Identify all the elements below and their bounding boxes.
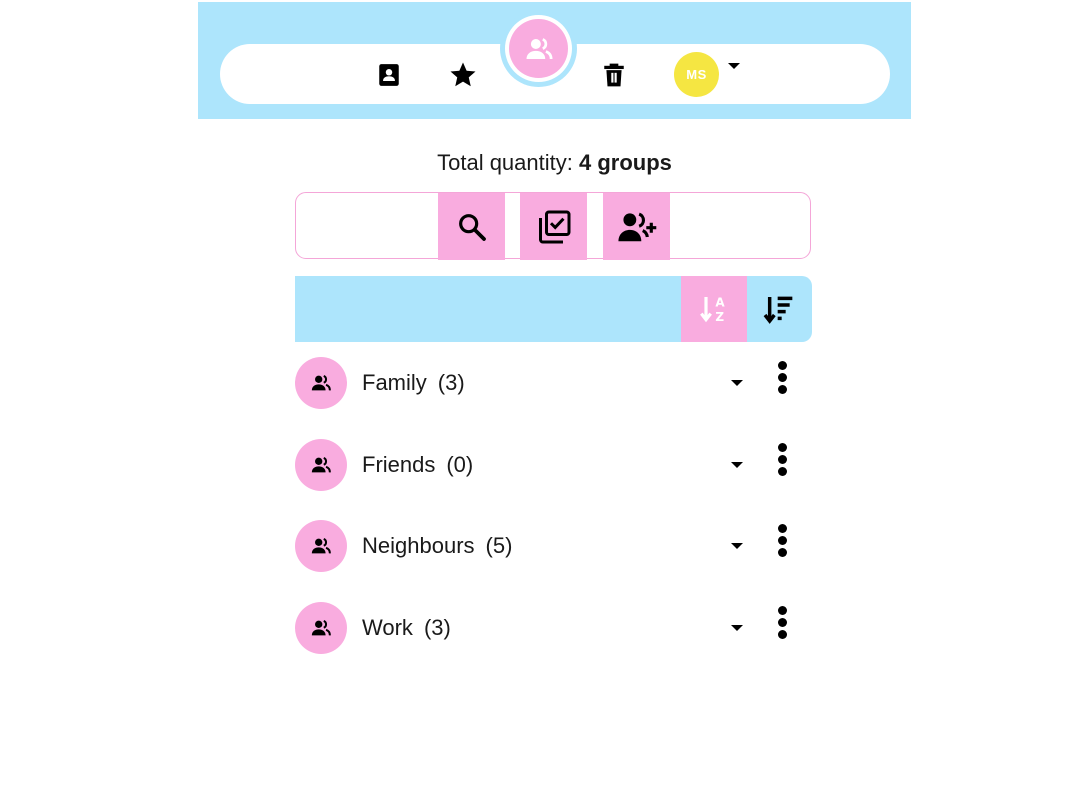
select-all-icon — [538, 210, 570, 243]
add-group-icon — [617, 212, 656, 241]
sort-alpha-icon: AZ — [700, 295, 725, 324]
group-count: (0) — [446, 452, 474, 477]
group-name: Family — [362, 370, 427, 395]
group-name: Work — [362, 615, 413, 640]
group-avatar — [295, 602, 347, 654]
group-label: Neighbours (5) — [362, 533, 512, 559]
group-icon — [311, 375, 331, 391]
group-avatar — [295, 520, 347, 572]
total-quantity: Total quantity: 4 groups — [0, 150, 1079, 176]
search-icon — [458, 213, 486, 241]
search-button[interactable] — [438, 193, 505, 260]
group-count: (3) — [437, 370, 465, 395]
list-item[interactable]: Friends (0) — [295, 439, 795, 491]
group-icon — [311, 620, 331, 636]
group-toolbar — [295, 192, 811, 260]
sort-order-icon — [763, 296, 793, 324]
group-label: Family (3) — [362, 370, 465, 396]
list-item[interactable]: Neighbours (5) — [295, 520, 795, 572]
sort-alphabetical-button[interactable]: AZ — [681, 276, 747, 342]
add-group-button[interactable] — [603, 193, 670, 260]
svg-text:Z: Z — [715, 310, 724, 324]
svg-text:A: A — [715, 295, 725, 309]
group-avatar — [295, 357, 347, 409]
group-count: (3) — [423, 615, 451, 640]
sort-bar: AZ — [295, 276, 812, 342]
expand-chevron-down-icon[interactable] — [731, 462, 743, 468]
sort-order-button[interactable] — [746, 276, 812, 342]
group-count: (5) — [485, 533, 513, 558]
group-label: Friends (0) — [362, 452, 473, 478]
favorites-star-icon[interactable] — [448, 60, 478, 90]
list-item[interactable]: Work (3) — [295, 602, 795, 654]
more-options-icon[interactable] — [775, 361, 791, 401]
group-name: Friends — [362, 452, 436, 477]
group-name: Neighbours — [362, 533, 475, 558]
expand-chevron-down-icon[interactable] — [731, 380, 743, 386]
contacts-book-icon[interactable] — [374, 60, 404, 90]
more-options-icon[interactable] — [775, 524, 791, 564]
total-quantity-label: Total quantity: — [437, 150, 573, 175]
select-all-button[interactable] — [520, 193, 587, 260]
user-avatar[interactable]: MS — [674, 52, 719, 97]
user-menu-chevron-down-icon[interactable] — [728, 63, 740, 69]
more-options-icon[interactable] — [775, 443, 791, 483]
expand-chevron-down-icon[interactable] — [731, 543, 743, 549]
trash-icon[interactable] — [599, 60, 629, 90]
group-avatar — [295, 439, 347, 491]
group-icon — [311, 457, 331, 473]
groups-icon — [526, 37, 552, 59]
group-label: Work (3) — [362, 615, 451, 641]
more-options-icon[interactable] — [775, 606, 791, 646]
groups-home-button[interactable] — [500, 10, 577, 87]
total-quantity-value: 4 groups — [578, 150, 672, 175]
list-item[interactable]: Family (3) — [295, 357, 795, 409]
group-icon — [311, 538, 331, 554]
expand-chevron-down-icon[interactable] — [731, 625, 743, 631]
app-header: MS — [198, 2, 911, 119]
